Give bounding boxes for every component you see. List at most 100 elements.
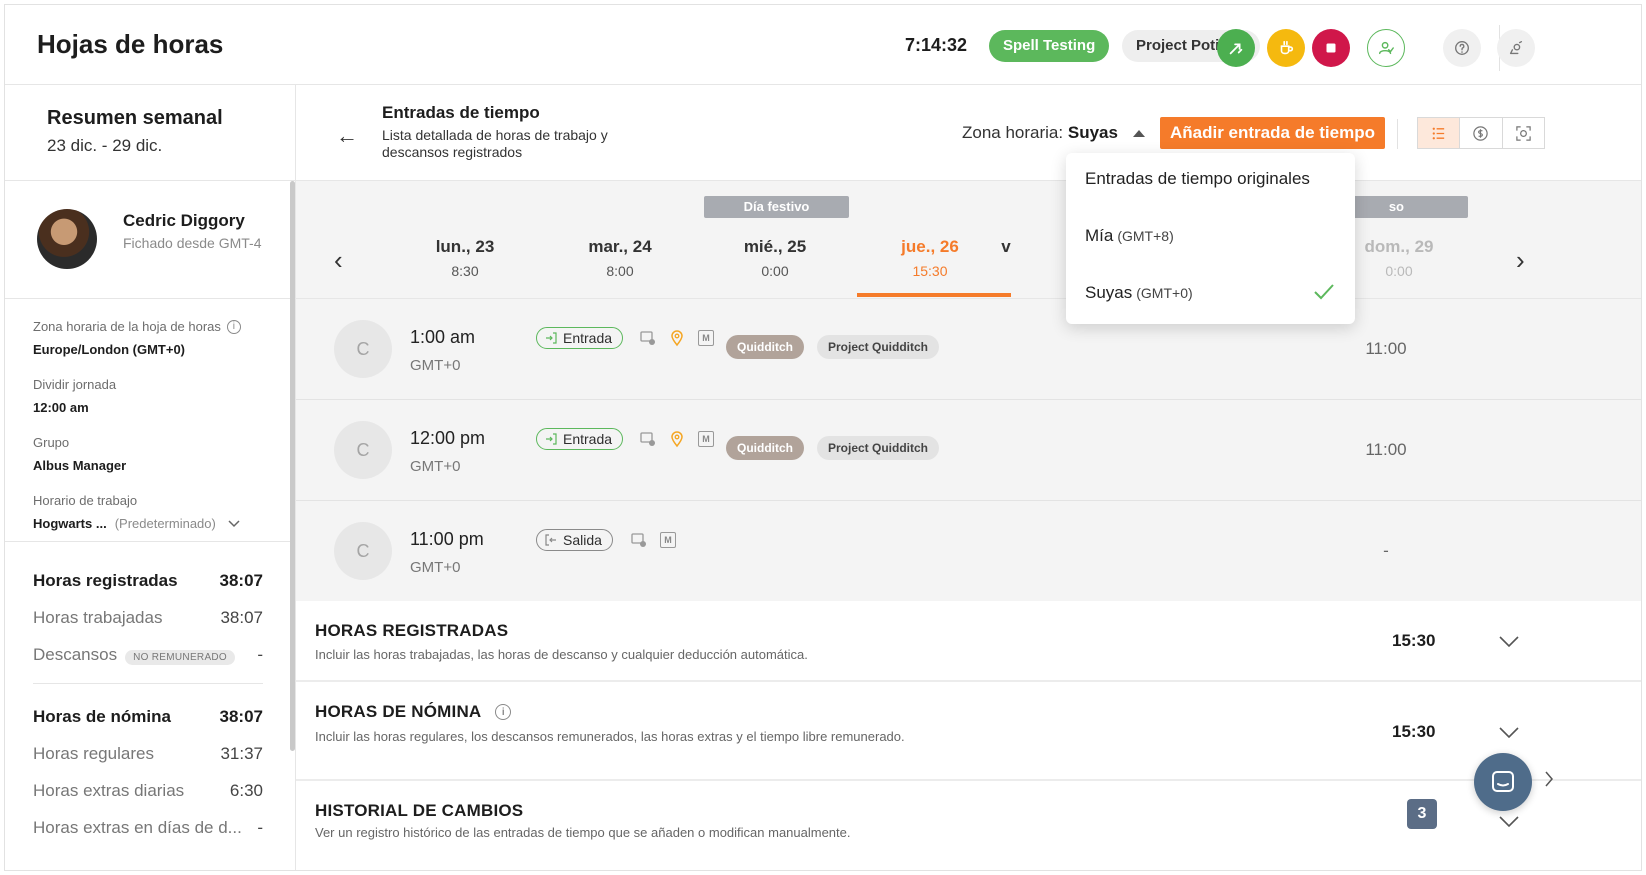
stat-regular: Horas regulares 31:37 bbox=[33, 735, 263, 772]
day-tab[interactable]: v bbox=[986, 237, 1026, 263]
stat-label: Horas de nómina bbox=[33, 706, 171, 726]
stat-value: 38:07 bbox=[219, 570, 263, 590]
group-value: Albus Manager bbox=[33, 458, 127, 473]
pay-view-button[interactable] bbox=[1460, 118, 1503, 148]
entry-time: 1:00 am bbox=[410, 327, 476, 347]
stop-button[interactable] bbox=[1312, 29, 1350, 67]
section-description: Incluir las horas regulares, los descans… bbox=[315, 729, 905, 744]
option-label: Entradas de tiempo originales bbox=[1085, 169, 1310, 188]
info-icon[interactable]: i bbox=[495, 704, 512, 720]
payroll-hours-section[interactable]: HORAS DE NÓMINA i Incluir las horas regu… bbox=[296, 682, 1641, 781]
divider bbox=[33, 683, 263, 684]
weekly-summary-panel: Resumen semanal 23 dic. - 29 dic. Cedric… bbox=[5, 85, 296, 870]
registered-hours-section[interactable]: HORAS REGISTRADAS Incluir las horas trab… bbox=[296, 601, 1641, 682]
stat-value: 6:30 bbox=[229, 780, 263, 800]
split-value: 12:00 am bbox=[33, 400, 89, 415]
project-tag: Project Quidditch bbox=[817, 335, 940, 359]
day-hours: 8:30 bbox=[451, 263, 479, 279]
time-entry-row[interactable]: C 1:00 am GMT+0 Entrada M Quidditch Proj… bbox=[296, 299, 1641, 400]
schedule-default: (Predeterminado) bbox=[114, 516, 216, 531]
toolbar-divider bbox=[1397, 119, 1398, 149]
group-label: Grupo bbox=[33, 435, 70, 450]
day-tab[interactable]: lun., 23 8:30 bbox=[388, 237, 542, 279]
hours-stats: Horas registradas 38:07 Horas trabajadas… bbox=[5, 542, 295, 846]
chat-button[interactable] bbox=[1474, 753, 1532, 811]
entry-timezone: GMT+0 bbox=[410, 357, 461, 374]
time-entry-row[interactable]: C 11:00 pm GMT+0 Salida M - bbox=[296, 501, 1641, 602]
timezone-selector[interactable]: Zona horaria: Suyas bbox=[962, 123, 1145, 143]
day-hours: 0:00 bbox=[761, 263, 789, 279]
add-time-entry-button[interactable]: Añadir entrada de tiempo bbox=[1160, 117, 1385, 149]
switch-activity-button[interactable] bbox=[1217, 29, 1255, 67]
dropdown-option-original[interactable]: Entradas de tiempo originales bbox=[1066, 169, 1355, 226]
entry-type: Entrada bbox=[563, 330, 613, 346]
break-button[interactable] bbox=[1267, 29, 1305, 67]
info-icon[interactable]: i bbox=[226, 319, 241, 334]
avatar bbox=[37, 209, 97, 269]
back-arrow-icon[interactable]: ← bbox=[336, 123, 358, 149]
day-tab[interactable]: mar., 24 8:00 bbox=[543, 237, 697, 279]
section-total: 15:30 bbox=[1392, 722, 1436, 741]
time-entry-row[interactable]: C 12:00 pm GMT+0 Entrada M Quidditch Pro… bbox=[296, 400, 1641, 501]
summary-scrollbar[interactable] bbox=[290, 181, 295, 751]
clock-in-chip: Entrada bbox=[536, 327, 624, 349]
section-description: Ver un registro histórico de las entrada… bbox=[315, 825, 851, 840]
schedule-select[interactable]: Hogwarts ... (Predeterminado) bbox=[33, 516, 295, 531]
user-card: Cedric Diggory Fichado desde GMT-4 bbox=[5, 181, 295, 299]
user-status-button[interactable] bbox=[1367, 29, 1405, 67]
change-history-section[interactable]: HISTORIAL DE CAMBIOS Ver un registro his… bbox=[296, 781, 1641, 870]
top-bar: Hojas de horas 7:14:32 Spell Testing Pro… bbox=[5, 5, 1641, 85]
option-sub: (GMT+8) bbox=[1117, 228, 1174, 244]
screenshot-view-button[interactable] bbox=[1503, 118, 1544, 148]
entry-type: Salida bbox=[563, 532, 602, 548]
switch-activity-icon bbox=[1229, 43, 1243, 55]
stat-value: 38:07 bbox=[220, 607, 263, 627]
stat-registered: Horas registradas 38:07 bbox=[33, 562, 263, 599]
settings-button[interactable] bbox=[1497, 29, 1535, 67]
day-selector: Día festivo so ‹ › lun., 23 8:30 mar., 2… bbox=[296, 181, 1641, 299]
timezone-value: Europe/London (GMT+0) bbox=[33, 342, 186, 357]
prev-week-icon[interactable]: ‹ bbox=[334, 245, 343, 276]
device-icon bbox=[639, 430, 657, 448]
chevron-down-icon[interactable] bbox=[1498, 726, 1520, 740]
location-pin-icon[interactable] bbox=[668, 329, 686, 347]
summary-title: Resumen semanal bbox=[47, 107, 223, 129]
activity-pill[interactable]: Spell Testing bbox=[989, 30, 1110, 62]
screenshot-view-icon bbox=[1516, 125, 1531, 141]
section-subtitle: Lista detallada de horas de trabajo y de… bbox=[382, 127, 608, 160]
day-name: lun., 23 bbox=[435, 237, 495, 256]
stat-label: Horas extras diarias bbox=[33, 780, 185, 800]
stat-worked: Horas trabajadas 38:07 bbox=[33, 599, 263, 636]
day-name: v bbox=[1001, 237, 1011, 256]
stat-label-wrap: Descansos NO REMUNERADO bbox=[33, 645, 236, 665]
chevron-down-icon bbox=[228, 519, 240, 527]
dropdown-option-mine[interactable]: Mía (GMT+8) bbox=[1066, 226, 1355, 283]
next-week-icon[interactable]: › bbox=[1516, 245, 1525, 276]
schedule-value: Hogwarts ... bbox=[33, 516, 107, 531]
list-view-icon bbox=[1432, 127, 1445, 139]
project-tag: Project Quidditch bbox=[817, 436, 940, 460]
help-button[interactable] bbox=[1443, 29, 1481, 67]
timezone-prefix: Zona horaria: bbox=[962, 123, 1064, 142]
day-name: mié., 25 bbox=[743, 237, 807, 256]
day-tab-active[interactable]: jue., 26 15:30 bbox=[853, 237, 1007, 279]
section-heading: HORAS DE NÓMINA bbox=[315, 702, 482, 721]
chevron-right-icon[interactable] bbox=[1544, 770, 1554, 788]
settings-icon bbox=[1509, 41, 1523, 55]
split-label: Dividir jornada bbox=[33, 377, 117, 392]
chevron-down-icon[interactable] bbox=[1498, 635, 1520, 649]
location-pin-icon[interactable] bbox=[668, 430, 686, 448]
help-icon bbox=[1455, 41, 1469, 55]
stat-label: Horas regulares bbox=[33, 743, 154, 763]
day-tab[interactable]: mié., 25 0:00 bbox=[698, 237, 852, 279]
list-view-button[interactable] bbox=[1418, 118, 1461, 148]
day-name: mar., 24 bbox=[588, 237, 652, 256]
notification-badge: 3 bbox=[1407, 799, 1437, 829]
timezone-dropdown: Entradas de tiempo originales Mía (GMT+8)… bbox=[1066, 153, 1355, 324]
day-hours: 8:00 bbox=[606, 263, 634, 279]
chevron-down-icon[interactable] bbox=[1498, 815, 1520, 829]
entry-timezone: GMT+0 bbox=[410, 458, 461, 475]
user-clocked-from: Fichado desde GMT-4 bbox=[123, 235, 262, 251]
dropdown-option-theirs[interactable]: Suyas (GMT+0) bbox=[1066, 283, 1355, 340]
view-toggle bbox=[1417, 117, 1545, 149]
